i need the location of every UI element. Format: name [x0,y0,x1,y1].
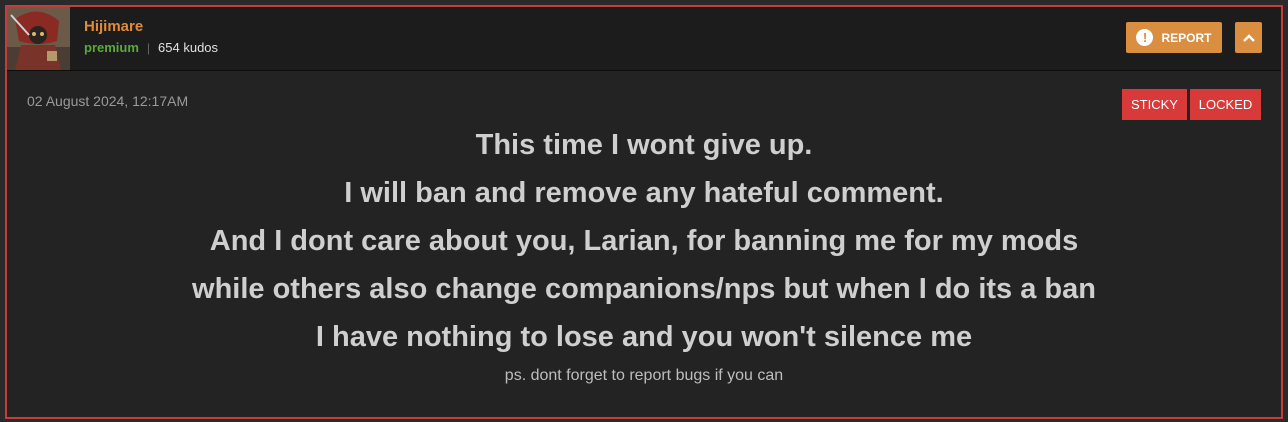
author-name[interactable]: Hijimare [84,18,143,35]
author-rank: premium [84,40,139,55]
author-meta: premium | 654 kudos [84,40,218,55]
post-line: This time I wont give up. [475,129,813,161]
post-line: I will ban and remove any hateful commen… [344,177,944,209]
sticky-badge: STICKY [1122,89,1187,120]
post-body: This time I wont give up. I will ban and… [7,125,1281,387]
report-label: REPORT [1161,30,1212,45]
post-header: Hijimare premium | 654 kudos ! REPORT [7,7,1281,71]
post-line: while others also change companions/nps … [192,273,1096,305]
avatar[interactable] [7,7,70,70]
author-kudos: 654 kudos [158,40,219,55]
post-footnote: ps. dont forget to report bugs if you ca… [504,367,784,384]
locked-badge: LOCKED [1190,89,1261,120]
exclamation-icon: ! [1136,29,1154,46]
post-line: I have nothing to lose and you won't sil… [315,321,973,353]
post-line: And I dont care about you, Larian, for b… [209,225,1079,257]
chevron-up-icon [1242,33,1255,42]
report-button[interactable]: ! REPORT [1126,22,1222,53]
post-date: 02 August 2024, 12:17AM [27,93,189,109]
meta-separator: | [146,40,151,55]
pinned-post: Hijimare premium | 654 kudos ! REPORT 02… [5,5,1283,419]
collapse-button[interactable] [1235,22,1262,53]
